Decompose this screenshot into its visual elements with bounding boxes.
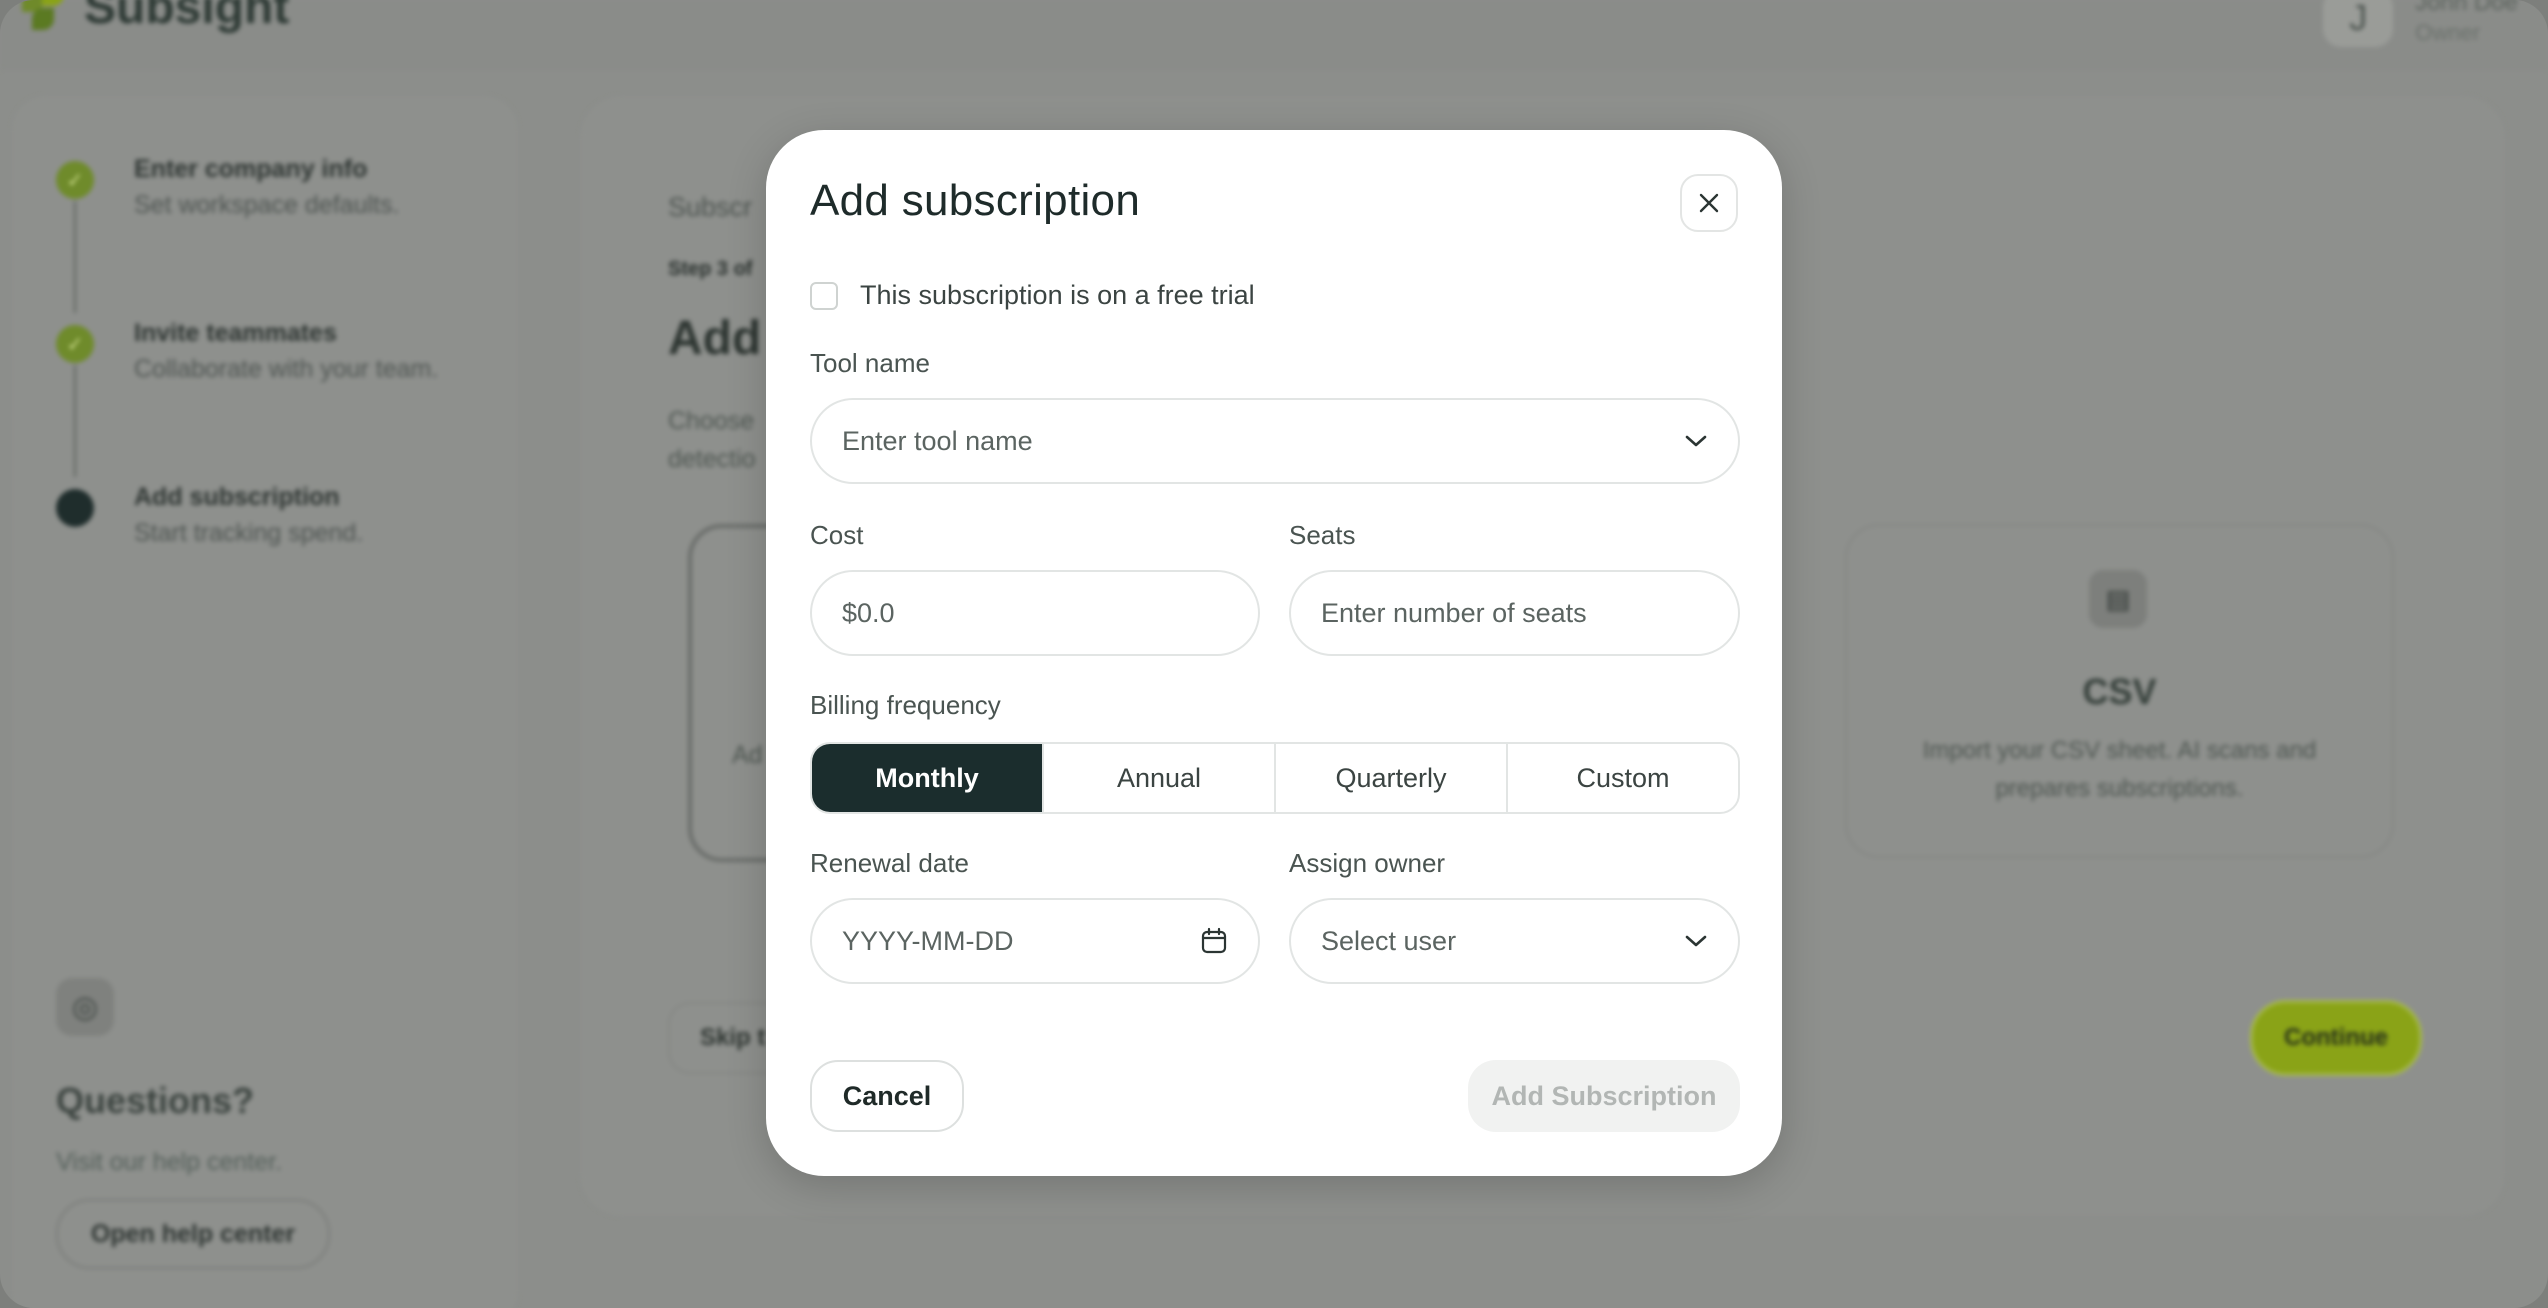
seats-input[interactable]: Enter number of seats <box>1289 570 1740 656</box>
renewal-date-placeholder: YYYY-MM-DD <box>842 925 1014 956</box>
top-bar: Subsight J John Doe Owner <box>0 0 2548 70</box>
chevron-down-icon <box>1685 435 1707 447</box>
free-trial-checkbox[interactable] <box>810 281 838 310</box>
brand-name: Subsight <box>84 0 290 34</box>
avatar[interactable]: J <box>2323 0 2394 47</box>
csv-file-icon: ▤ <box>2089 570 2147 628</box>
renewal-date-input[interactable]: YYYY-MM-DD <box>810 898 1260 984</box>
seats-label: Seats <box>1289 520 1356 550</box>
user-name: John Doe <box>2415 0 2518 16</box>
tool-name-select[interactable]: Enter tool name <box>810 398 1740 484</box>
step-title: Enter company info <box>134 155 368 183</box>
cost-label: Cost <box>810 520 864 550</box>
step-title: Add subscription <box>134 483 340 511</box>
option-card-csv[interactable]: ▤ CSV Import your CSV sheet. AI scans an… <box>1845 524 2394 858</box>
step-title: Invite teammates <box>134 319 337 347</box>
billing-option-custom[interactable]: Custom <box>1506 744 1738 812</box>
cancel-button[interactable]: Cancel <box>810 1060 964 1132</box>
billing-option-annual[interactable]: Annual <box>1042 744 1274 812</box>
assign-owner-placeholder: Select user <box>1321 925 1457 956</box>
step-indicator: Step 3 of <box>668 258 753 280</box>
seats-placeholder: Enter number of seats <box>1321 597 1587 628</box>
billing-option-monthly[interactable]: Monthly <box>812 744 1042 812</box>
assign-owner-label: Assign owner <box>1289 848 1446 878</box>
free-trial-label: This subscription is on a free trial <box>860 280 1255 310</box>
check-icon: ✓ <box>56 161 94 199</box>
help-subtitle: Visit our help center. <box>56 1148 283 1176</box>
tool-name-label: Tool name <box>810 348 930 378</box>
step-subtitle: Collaborate with your team. <box>134 355 439 383</box>
breadcrumb: Subscr <box>668 192 753 222</box>
add-subscription-button[interactable]: Add Subscription <box>1468 1060 1740 1132</box>
step-subtitle: Start tracking spend. <box>134 519 364 547</box>
add-subscription-dialog: Add subscription This subscription is on… <box>766 130 1782 1176</box>
step-connector <box>74 201 76 313</box>
continue-button[interactable]: Continue <box>2250 1000 2422 1076</box>
lifebuoy-icon: ◎ <box>56 978 114 1036</box>
brand-logo-icon <box>22 0 70 32</box>
user-role: Owner <box>2415 20 2481 45</box>
onboarding-sidebar: ✓ Enter company info Set workspace defau… <box>12 96 518 1308</box>
step-connector <box>74 365 76 477</box>
user-menu[interactable]: J John Doe Owner <box>2323 0 2518 48</box>
card-title: CSV <box>2082 671 2157 712</box>
chevron-down-icon <box>1685 935 1707 947</box>
app-window: Subsight J John Doe Owner ✓ Enter compan… <box>0 0 2548 1308</box>
close-button[interactable] <box>1680 174 1738 232</box>
step-subtitle: Set workspace defaults. <box>134 191 400 219</box>
billing-frequency-selector: Monthly Annual Quarterly Custom <box>810 742 1740 814</box>
billing-frequency-label: Billing frequency <box>810 690 1001 720</box>
open-help-center-button[interactable]: Open help center <box>56 1199 330 1269</box>
cost-placeholder: $0.0 <box>842 597 895 628</box>
help-section: ◎ Questions? Visit our help center. Open… <box>56 978 330 1269</box>
cost-input[interactable]: $0.0 <box>810 570 1260 656</box>
brand: Subsight <box>22 0 289 35</box>
help-title: Questions? <box>56 1080 255 1121</box>
calendar-icon[interactable] <box>1200 927 1228 955</box>
tool-name-placeholder: Enter tool name <box>842 425 1033 456</box>
dialog-title: Add subscription <box>810 176 1141 225</box>
current-step-icon <box>56 489 94 527</box>
check-icon: ✓ <box>56 325 94 363</box>
billing-option-quarterly[interactable]: Quarterly <box>1274 744 1506 812</box>
free-trial-option[interactable]: This subscription is on a free trial <box>810 280 1255 311</box>
card-label: Ad <box>732 741 763 769</box>
renewal-date-label: Renewal date <box>810 848 969 878</box>
assign-owner-select[interactable]: Select user <box>1289 898 1740 984</box>
card-description: Import your CSV sheet. AI scans and prep… <box>1922 737 2317 802</box>
close-icon <box>1699 193 1719 213</box>
